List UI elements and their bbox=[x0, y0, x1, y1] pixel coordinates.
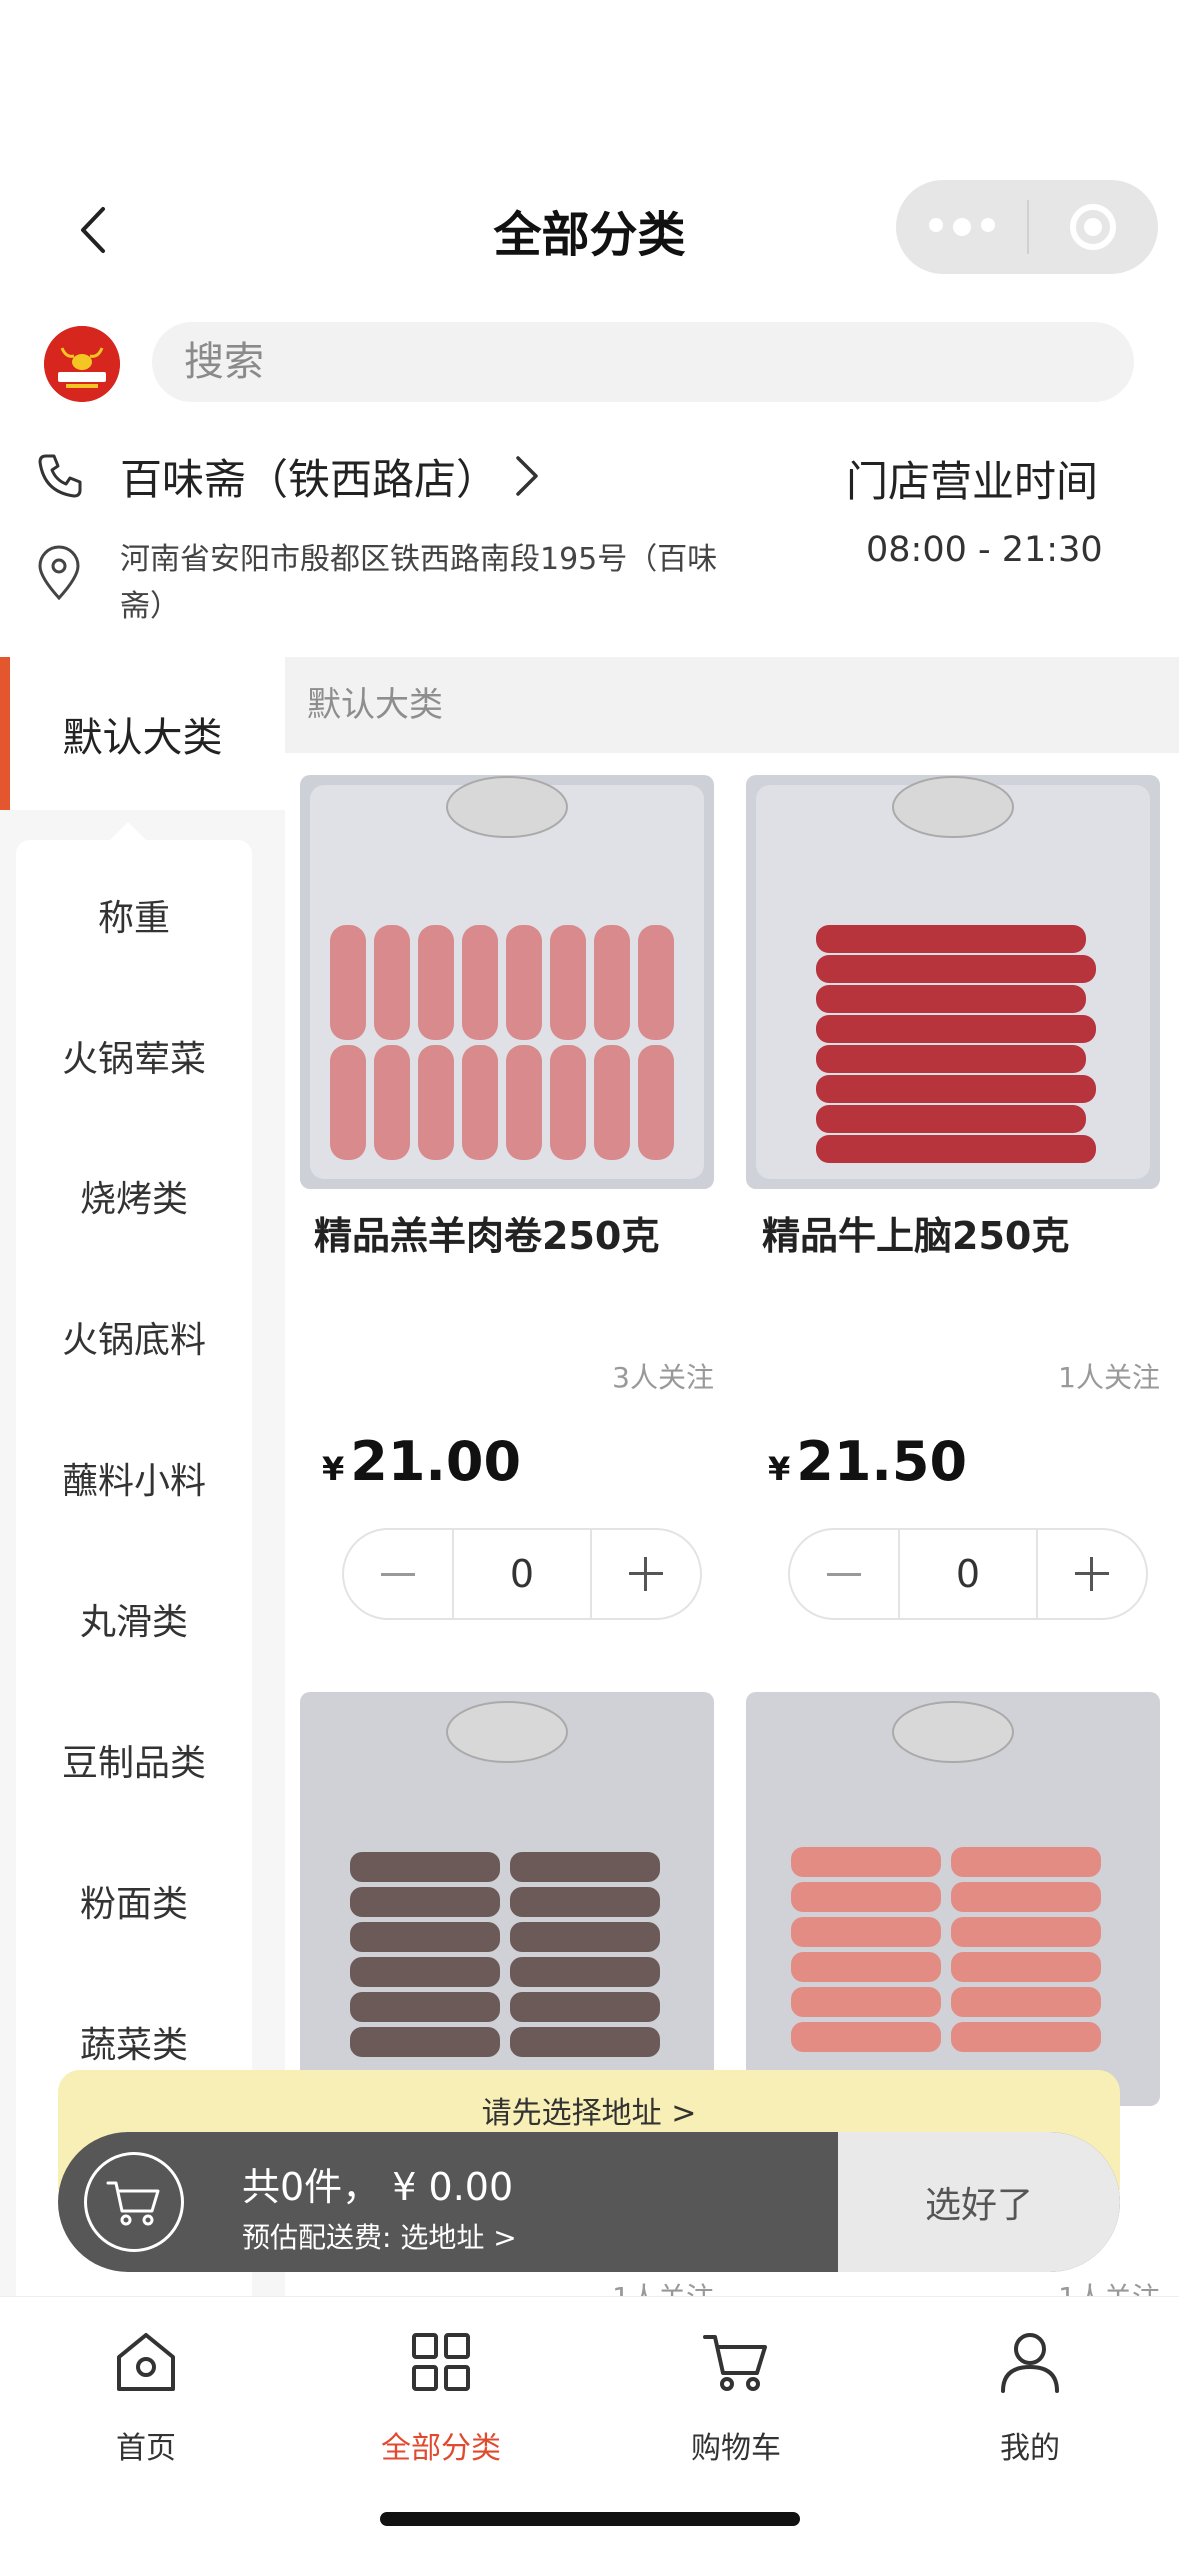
cart-bar: 共0件， ¥ 0.00 预估配送费: 选地址 > 选好了 bbox=[58, 2132, 1120, 2272]
more-button[interactable] bbox=[896, 180, 1027, 274]
tab-label: 全部分类 bbox=[381, 2431, 501, 2466]
location-pin-icon bbox=[36, 545, 82, 601]
plus-icon bbox=[629, 1557, 663, 1591]
decrease-button[interactable] bbox=[344, 1530, 452, 1618]
sidebar-item-noodles[interactable]: 粉面类 bbox=[16, 1875, 252, 1927]
sidebar-item-balls[interactable]: 丸滑类 bbox=[16, 1593, 252, 1645]
phone-icon[interactable] bbox=[36, 450, 86, 500]
tab-cart[interactable]: 购物车 bbox=[636, 2327, 836, 2467]
minus-icon bbox=[827, 1572, 861, 1576]
quantity-value[interactable]: 0 bbox=[898, 1530, 1038, 1618]
chevron-right-icon[interactable] bbox=[512, 452, 542, 500]
store-address: 河南省安阳市殷都区铁西路南段195号（百味斋） bbox=[120, 542, 718, 624]
checkout-button[interactable]: 选好了 bbox=[838, 2132, 1120, 2272]
product-price: ¥21.50 bbox=[768, 1430, 968, 1493]
quantity-value[interactable]: 0 bbox=[452, 1530, 592, 1618]
home-icon bbox=[117, 2333, 175, 2391]
target-icon bbox=[1069, 204, 1116, 250]
grid-icon bbox=[412, 2333, 470, 2391]
quantity-stepper: 0 bbox=[342, 1528, 702, 1620]
close-miniprogram-button[interactable] bbox=[1027, 180, 1158, 274]
store-hours-value: 08:00 - 21:30 bbox=[866, 530, 1103, 570]
follow-count: 3人关注 bbox=[612, 1361, 714, 1394]
cart-icon bbox=[106, 2181, 160, 2226]
follow-count: 1人关注 bbox=[1058, 1361, 1160, 1394]
product-image[interactable] bbox=[746, 1692, 1160, 2106]
tab-label: 首页 bbox=[116, 2431, 176, 2466]
home-indicator bbox=[380, 2512, 800, 2526]
product-name[interactable]: 精品牛上脑250克 bbox=[762, 1205, 1069, 1260]
increase-button[interactable] bbox=[1038, 1530, 1146, 1618]
minus-icon bbox=[381, 1572, 415, 1576]
delivery-fee[interactable]: 预估配送费: 选地址 > bbox=[242, 2216, 517, 2256]
sidebar-item-default[interactable]: 默认大类 bbox=[0, 657, 285, 810]
product-image[interactable] bbox=[300, 1692, 714, 2106]
section-title: 默认大类 bbox=[285, 657, 1179, 753]
product-name[interactable]: 精品羔羊肉卷250克 bbox=[314, 1205, 659, 1260]
mini-program-capsule bbox=[896, 180, 1158, 274]
tab-home[interactable]: 首页 bbox=[46, 2327, 246, 2467]
product-image[interactable] bbox=[746, 775, 1160, 1189]
tab-label: 我的 bbox=[1000, 2431, 1060, 2466]
sidebar-item-vegetables[interactable]: 蔬菜类 bbox=[16, 2016, 252, 2068]
sidebar-item-sauces[interactable]: 蘸料小料 bbox=[16, 1452, 252, 1504]
user-icon bbox=[1001, 2333, 1059, 2393]
sidebar-item-hotpot-base[interactable]: 火锅底料 bbox=[16, 1311, 252, 1363]
cart-total: 共0件， ¥ 0.00 bbox=[242, 2165, 514, 2209]
store-hours-title: 门店营业时间 bbox=[846, 457, 1099, 506]
tab-label: 购物车 bbox=[691, 2431, 781, 2466]
search-input[interactable]: 搜索 bbox=[152, 322, 1134, 402]
store-name[interactable]: 百味斋（铁西路店） bbox=[120, 446, 498, 507]
increase-button[interactable] bbox=[592, 1530, 700, 1618]
product-image[interactable] bbox=[300, 775, 714, 1189]
tab-profile[interactable]: 我的 bbox=[930, 2327, 1130, 2467]
product-price: ¥21.00 bbox=[322, 1430, 522, 1493]
sidebar-item-hotpot-meat[interactable]: 火锅荤菜 bbox=[16, 1030, 252, 1082]
cart-icon bbox=[703, 2335, 767, 2391]
sidebar-item-tofu[interactable]: 豆制品类 bbox=[16, 1734, 252, 1786]
decrease-button[interactable] bbox=[790, 1530, 898, 1618]
quantity-stepper: 0 bbox=[788, 1528, 1148, 1620]
sidebar-active-indicator bbox=[0, 657, 10, 810]
plus-icon bbox=[1075, 1557, 1109, 1591]
tab-all-categories[interactable]: 全部分类 bbox=[341, 2327, 541, 2467]
more-dots-icon bbox=[928, 218, 995, 236]
store-logo bbox=[44, 326, 120, 402]
sidebar-item-weighing[interactable]: 称重 bbox=[16, 889, 252, 941]
cart-button[interactable] bbox=[84, 2152, 184, 2252]
sidebar-item-bbq[interactable]: 烧烤类 bbox=[16, 1170, 252, 1222]
